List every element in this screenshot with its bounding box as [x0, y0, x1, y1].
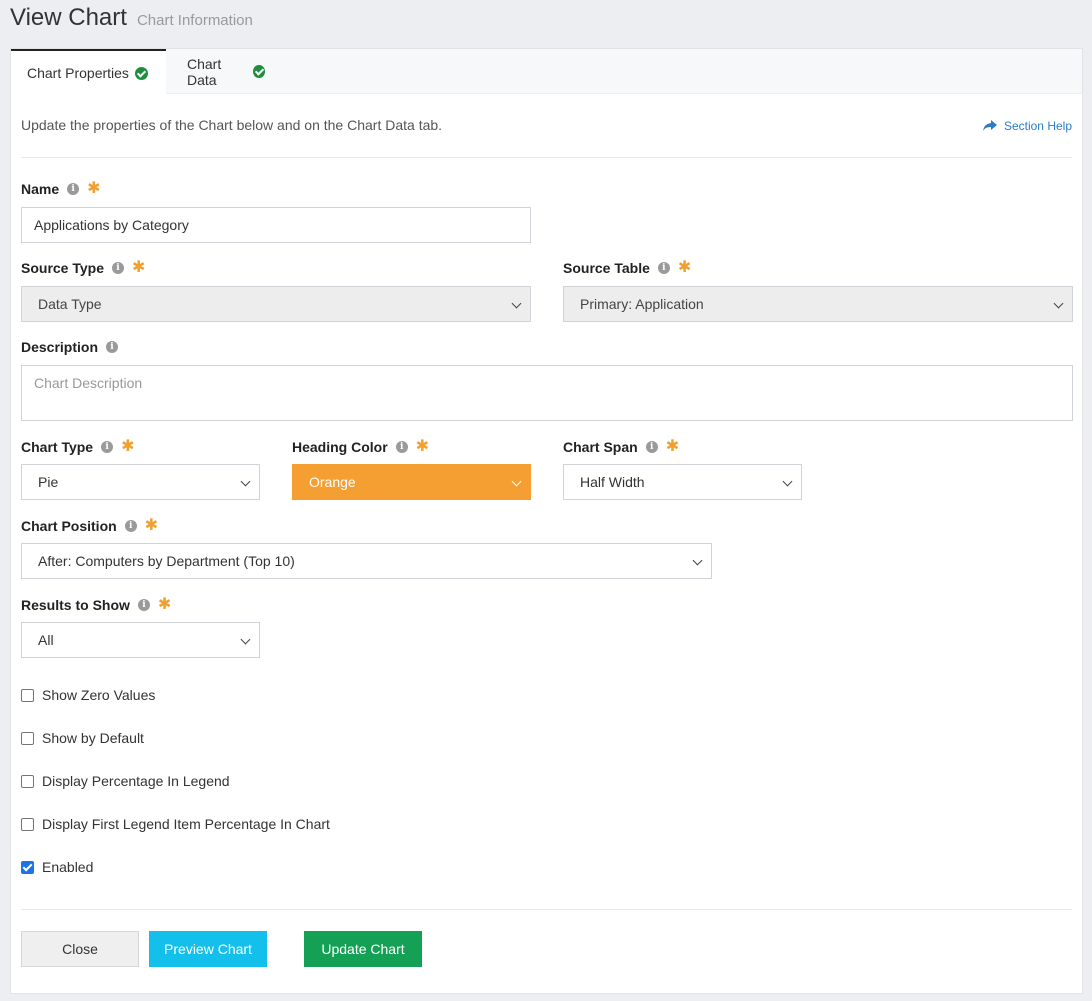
- checkbox[interactable]: [21, 860, 34, 874]
- info-icon[interactable]: i: [106, 341, 119, 353]
- show-by-default-checkbox[interactable]: Show by Default: [21, 730, 144, 746]
- checkbox-label: Display Percentage In Legend: [42, 773, 230, 789]
- page-subtitle: Chart Information: [136, 12, 253, 29]
- chart-type-select[interactable]: Pie: [21, 464, 260, 500]
- info-icon[interactable]: i: [645, 441, 658, 453]
- select-value: Primary: Application: [580, 296, 704, 312]
- required-asterisk-icon: ✱: [144, 517, 159, 534]
- tab-label: Chart Data: [187, 55, 222, 88]
- heading-color-label: Heading Color i ✱: [292, 438, 430, 456]
- select-value: Orange: [309, 474, 356, 490]
- heading-color-select[interactable]: Orange: [292, 464, 531, 500]
- update-chart-button[interactable]: Update Chart: [304, 931, 422, 967]
- select-value: Half Width: [580, 474, 645, 490]
- show-zero-values-checkbox[interactable]: Show Zero Values: [21, 687, 155, 703]
- checkbox-label: Enabled: [42, 859, 94, 875]
- page-title: View Chart: [10, 4, 127, 31]
- info-icon[interactable]: i: [395, 441, 408, 453]
- section-help-link[interactable]: Section Help: [982, 119, 1072, 133]
- check-circle-icon: [253, 65, 265, 78]
- display-first-legend-percentage-checkbox[interactable]: Display First Legend Item Percentage In …: [21, 816, 330, 832]
- preview-chart-button[interactable]: Preview Chart: [149, 931, 267, 967]
- page-header: View Chart Chart Information: [10, 4, 253, 40]
- info-icon[interactable]: i: [112, 262, 124, 274]
- chart-span-label: Chart Span i ✱: [563, 438, 680, 456]
- section-help-label: Section Help: [1003, 119, 1072, 133]
- tab-chart-data[interactable]: Chart Data: [171, 49, 281, 94]
- checkbox[interactable]: [21, 731, 34, 745]
- checkbox-label: Show by Default: [42, 730, 144, 746]
- name-input[interactable]: Applications by Category: [21, 207, 531, 243]
- name-label: Name i ✱: [21, 180, 101, 198]
- checkbox[interactable]: [21, 774, 34, 788]
- chart-span-select[interactable]: Half Width: [563, 464, 802, 500]
- chevron-down-icon: [782, 476, 793, 487]
- chart-position-select[interactable]: After: Computers by Department (Top 10): [21, 543, 712, 579]
- chevron-down-icon: [692, 555, 703, 566]
- chevron-down-icon: [511, 476, 522, 487]
- enabled-checkbox[interactable]: Enabled: [21, 859, 93, 875]
- check-circle-icon: [134, 66, 148, 80]
- chevron-down-icon: [240, 476, 251, 487]
- required-asterisk-icon: ✱: [157, 596, 172, 613]
- display-percentage-legend-checkbox[interactable]: Display Percentage In Legend: [21, 773, 230, 789]
- chart-form-card: Chart Properties Chart Data Update the p…: [10, 48, 1083, 994]
- chart-type-label: Chart Type i ✱: [21, 438, 135, 456]
- chevron-down-icon: [1053, 298, 1064, 309]
- source-table-select[interactable]: Primary: Application: [563, 286, 1073, 322]
- intro-text: Update the properties of the Chart below…: [21, 117, 443, 133]
- checkbox-label: Show Zero Values: [42, 687, 156, 703]
- info-icon[interactable]: i: [657, 262, 670, 274]
- info-icon[interactable]: i: [67, 183, 80, 195]
- checkbox[interactable]: [21, 817, 34, 831]
- required-asterisk-icon: ✱: [132, 259, 146, 276]
- required-asterisk-icon: ✱: [87, 180, 101, 197]
- tab-chart-properties[interactable]: Chart Properties: [11, 49, 166, 95]
- select-value: After: Computers by Department (Top 10): [38, 553, 295, 569]
- description-label: Description i: [21, 339, 119, 355]
- tab-bar: Chart Properties Chart Data: [11, 49, 1082, 95]
- info-icon[interactable]: i: [124, 520, 137, 532]
- divider: [21, 157, 1072, 158]
- required-asterisk-icon: ✱: [677, 259, 692, 276]
- tab-label: Chart Properties: [27, 65, 129, 81]
- select-value: Data Type: [38, 296, 102, 312]
- select-value: All: [38, 632, 54, 648]
- checkbox[interactable]: [21, 688, 34, 702]
- select-value: Pie: [38, 474, 59, 490]
- source-type-label: Source Type i ✱: [21, 259, 146, 277]
- share-arrow-icon: [982, 120, 997, 131]
- info-icon[interactable]: i: [101, 441, 114, 453]
- source-type-select[interactable]: Data Type: [21, 286, 531, 322]
- info-icon[interactable]: i: [137, 599, 150, 611]
- required-asterisk-icon: ✱: [121, 438, 135, 455]
- close-button[interactable]: Close: [21, 931, 139, 967]
- results-to-show-select[interactable]: All: [21, 622, 260, 658]
- results-to-show-label: Results to Show i ✱: [21, 596, 172, 614]
- source-table-label: Source Table i ✱: [563, 259, 692, 277]
- chevron-down-icon: [511, 298, 522, 309]
- required-asterisk-icon: ✱: [415, 438, 430, 455]
- required-asterisk-icon: ✱: [665, 438, 680, 455]
- chevron-down-icon: [240, 634, 251, 645]
- divider: [21, 909, 1072, 910]
- description-textarea[interactable]: Chart Description: [21, 365, 1073, 421]
- chart-position-label: Chart Position i ✱: [21, 517, 159, 535]
- checkbox-label: Display First Legend Item Percentage In …: [42, 816, 330, 832]
